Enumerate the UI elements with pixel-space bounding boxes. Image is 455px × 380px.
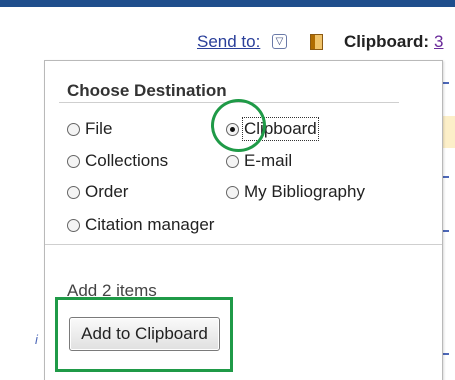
send-to-dropdown-icon[interactable]: ▽ xyxy=(272,34,287,49)
title-divider xyxy=(59,102,399,103)
option-my-bibliography-label: My Bibliography xyxy=(244,182,365,201)
choose-destination-title: Choose Destination xyxy=(67,81,227,100)
radio-my-bibliography[interactable] xyxy=(226,185,239,199)
radio-email[interactable] xyxy=(226,154,239,168)
section-divider xyxy=(45,244,442,245)
background-link-fragment: i xyxy=(35,332,38,347)
option-citation-manager-label: Citation manager xyxy=(85,215,215,234)
option-file-label: File xyxy=(85,119,113,138)
clipboard-icon xyxy=(310,34,323,50)
background-highlight-fragment xyxy=(441,116,455,148)
clipboard-count-link[interactable]: 3 xyxy=(434,32,443,52)
add-to-clipboard-button[interactable]: Add to Clipboard xyxy=(69,317,220,351)
send-to-link[interactable]: Send to: xyxy=(197,32,260,52)
option-email[interactable]: E-mail xyxy=(226,151,292,171)
clipboard-label: Clipboard: xyxy=(344,32,429,51)
option-order-label: Order xyxy=(85,182,129,201)
add-items-text: Add 2 items xyxy=(67,281,157,300)
option-citation-manager[interactable]: Citation manager xyxy=(67,215,214,235)
option-email-label: E-mail xyxy=(244,151,293,170)
send-to-dropdown-panel: Choose Destination File Clipboard Collec… xyxy=(44,60,443,380)
option-collections[interactable]: Collections xyxy=(67,151,168,171)
option-clipboard-label: Clipboard xyxy=(242,117,319,141)
option-clipboard[interactable]: Clipboard xyxy=(226,117,319,141)
radio-file[interactable] xyxy=(67,122,80,136)
radio-order[interactable] xyxy=(67,185,80,199)
option-order[interactable]: Order xyxy=(67,182,128,202)
radio-clipboard[interactable] xyxy=(226,122,239,136)
top-bar-line xyxy=(0,0,455,7)
option-collections-label: Collections xyxy=(85,151,169,170)
radio-collections[interactable] xyxy=(67,154,80,168)
option-my-bibliography[interactable]: My Bibliography xyxy=(226,182,365,202)
radio-citation-manager[interactable] xyxy=(67,218,80,232)
header-row: Send to: ▽ Clipboard: 3 xyxy=(0,30,455,56)
option-file[interactable]: File xyxy=(67,119,112,139)
